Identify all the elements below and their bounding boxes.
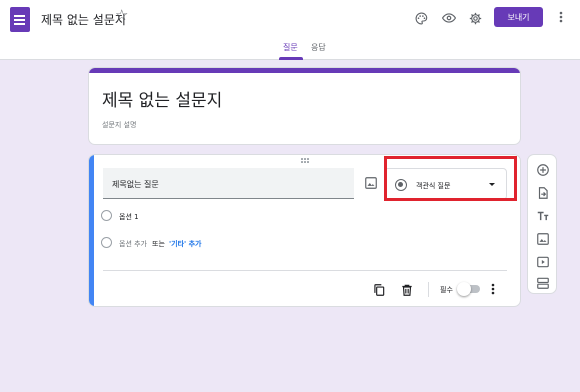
palette-icon[interactable]	[412, 9, 430, 27]
question-title-input[interactable]: 제목없는 질문	[103, 168, 354, 199]
gear-icon[interactable]	[466, 9, 484, 27]
active-card-accent	[89, 155, 94, 306]
tab-responses[interactable]: 응답	[311, 42, 326, 53]
tab-questions[interactable]: 질문	[283, 42, 298, 53]
add-image-icon[interactable]	[364, 175, 378, 189]
highlight-box	[384, 156, 517, 201]
add-option-radio	[101, 237, 112, 248]
side-toolbar	[527, 154, 557, 294]
star-icon[interactable]: ☆	[115, 6, 128, 24]
add-title-icon[interactable]	[536, 208, 550, 222]
add-image-icon[interactable]	[536, 231, 550, 245]
top-bar: 제목 없는 설문지 ☆ 보내기 질문 응답	[0, 0, 580, 60]
more-vert-icon[interactable]	[489, 282, 497, 296]
form-description-field[interactable]: 설문지 설명	[102, 120, 136, 130]
title-card-accent	[89, 68, 520, 73]
forms-app-icon[interactable]	[10, 7, 30, 32]
eye-preview-icon[interactable]	[440, 9, 458, 27]
or-text: 또는	[152, 240, 165, 248]
option-label[interactable]: 옵션 1	[119, 212, 139, 222]
document-title[interactable]: 제목 없는 설문지	[41, 11, 126, 28]
form-title[interactable]: 제목 없는 설문지	[102, 86, 222, 111]
import-question-icon[interactable]	[536, 185, 550, 199]
add-other-link[interactable]: '기타' 추가	[169, 239, 201, 249]
add-option-link[interactable]: 옵션 추가	[119, 239, 147, 249]
required-toggle-thumb[interactable]	[457, 282, 471, 296]
add-section-icon[interactable]	[536, 275, 550, 289]
send-button[interactable]: 보내기	[494, 7, 543, 27]
required-label: 필수	[440, 286, 453, 294]
drag-handle-icon[interactable]	[301, 158, 309, 163]
footer-divider	[103, 270, 507, 271]
more-vert-icon[interactable]	[556, 9, 566, 25]
trash-icon[interactable]	[400, 282, 414, 296]
option-radio	[101, 210, 112, 221]
add-video-icon[interactable]	[536, 254, 550, 268]
footer-separator	[428, 282, 429, 297]
active-tab-indicator	[279, 57, 303, 60]
form-title-card: 제목 없는 설문지 설문지 설명	[88, 67, 521, 145]
question-title-text: 제목없는 질문	[112, 180, 159, 189]
duplicate-icon[interactable]	[372, 282, 386, 296]
add-question-icon[interactable]	[536, 162, 550, 176]
